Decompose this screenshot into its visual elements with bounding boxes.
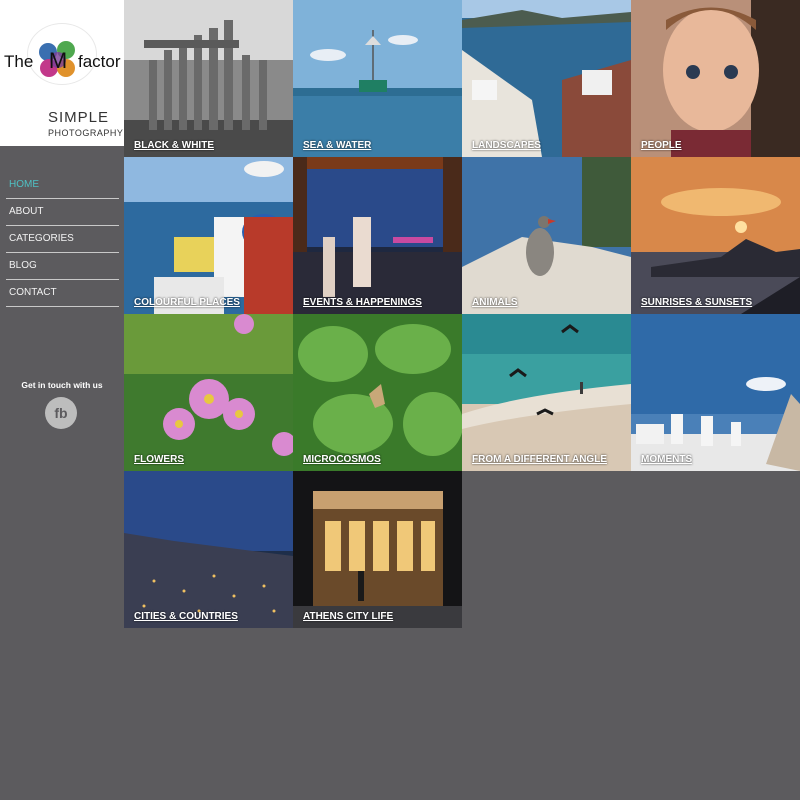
- tile-label: MICROCOSMOS: [303, 454, 381, 465]
- animals-photo: [462, 157, 631, 314]
- tile-people[interactable]: PEOPLE: [631, 0, 800, 157]
- athens-city-life-photo: [293, 471, 462, 628]
- site-logo[interactable]: M The factor SIMPLE PHOTOGRAPHY: [0, 0, 124, 146]
- facebook-button[interactable]: fb: [45, 397, 77, 429]
- tile-black-white[interactable]: BLACK & WHITE: [124, 0, 293, 157]
- nav-item-home[interactable]: HOME: [6, 172, 119, 199]
- tile-label: FROM A DIFFERENT ANGLE: [472, 454, 607, 465]
- tile-label: ANIMALS: [472, 297, 518, 308]
- cities-countries-photo: [124, 471, 293, 628]
- tile-label: SUNRISES & SUNSETS: [641, 297, 753, 308]
- sidebar: M The factor SIMPLE PHOTOGRAPHY HOME ABO…: [0, 0, 124, 800]
- tile-label: LANDSCAPES: [472, 140, 541, 151]
- tile-from-a-different-angle[interactable]: FROM A DIFFERENT ANGLE: [462, 314, 631, 471]
- contact-title: Get in touch with us: [21, 380, 103, 390]
- people-photo: [631, 0, 800, 157]
- tile-cities-countries[interactable]: CITIES & COUNTRIES: [124, 471, 293, 628]
- logo-text-simple: SIMPLE: [48, 109, 110, 126]
- microcosmos-photo: [293, 314, 462, 471]
- tile-label: MOMENTS: [641, 454, 693, 465]
- tile-label: SEA & WATER: [303, 140, 372, 151]
- tile-flowers[interactable]: FLOWERS: [124, 314, 293, 471]
- logo-text-factor: factor: [78, 52, 121, 71]
- logo-text-the: The: [4, 52, 34, 71]
- different-angle-photo: [462, 314, 631, 471]
- events-happenings-photo: [293, 157, 462, 314]
- tile-label: EVENTS & HAPPENINGS: [303, 297, 422, 308]
- contact-box: Get in touch with us fb: [0, 380, 124, 429]
- tile-label: FLOWERS: [134, 454, 184, 465]
- main-nav: HOME ABOUT CATEGORIES BLOG CONTACT: [6, 172, 119, 307]
- category-gallery: BLACK & WHITE SEA & WATER LANDSCAPES PEO…: [124, 0, 800, 628]
- tile-label: BLACK & WHITE: [134, 140, 214, 151]
- tile-animals[interactable]: ANIMALS: [462, 157, 631, 314]
- tile-landscapes[interactable]: LANDSCAPES: [462, 0, 631, 157]
- tile-label: COLOURFUL PLACES: [134, 297, 240, 308]
- sea-water-photo: [293, 0, 462, 157]
- tile-label: ATHENS CITY LIFE: [303, 611, 394, 622]
- colourful-places-photo: [124, 157, 293, 314]
- nav-item-contact[interactable]: CONTACT: [6, 280, 119, 307]
- logo-m-icon: M: [39, 41, 75, 77]
- tile-microcosmos[interactable]: MICROCOSMOS: [293, 314, 462, 471]
- sunrises-sunsets-photo: [631, 157, 800, 314]
- nav-item-about[interactable]: ABOUT: [6, 199, 119, 226]
- nav-item-categories[interactable]: CATEGORIES: [6, 226, 119, 253]
- tile-moments[interactable]: MOMENTS: [631, 314, 800, 471]
- black-white-photo: [124, 0, 293, 157]
- svg-text:M: M: [49, 48, 67, 73]
- landscapes-photo: [462, 0, 631, 157]
- tile-athens-city-life[interactable]: ATHENS CITY LIFE: [293, 471, 462, 628]
- nav-item-blog[interactable]: BLOG: [6, 253, 119, 280]
- logo-text-photography: PHOTOGRAPHY: [48, 128, 124, 138]
- tile-events-happenings[interactable]: EVENTS & HAPPENINGS: [293, 157, 462, 314]
- tile-sea-water[interactable]: SEA & WATER: [293, 0, 462, 157]
- flowers-photo: [124, 314, 293, 471]
- tile-label: CITIES & COUNTRIES: [134, 611, 238, 622]
- tile-sunrises-sunsets[interactable]: SUNRISES & SUNSETS: [631, 157, 800, 314]
- tile-colourful-places[interactable]: COLOURFUL PLACES: [124, 157, 293, 314]
- tile-label: PEOPLE: [641, 140, 682, 151]
- moments-photo: [631, 314, 800, 471]
